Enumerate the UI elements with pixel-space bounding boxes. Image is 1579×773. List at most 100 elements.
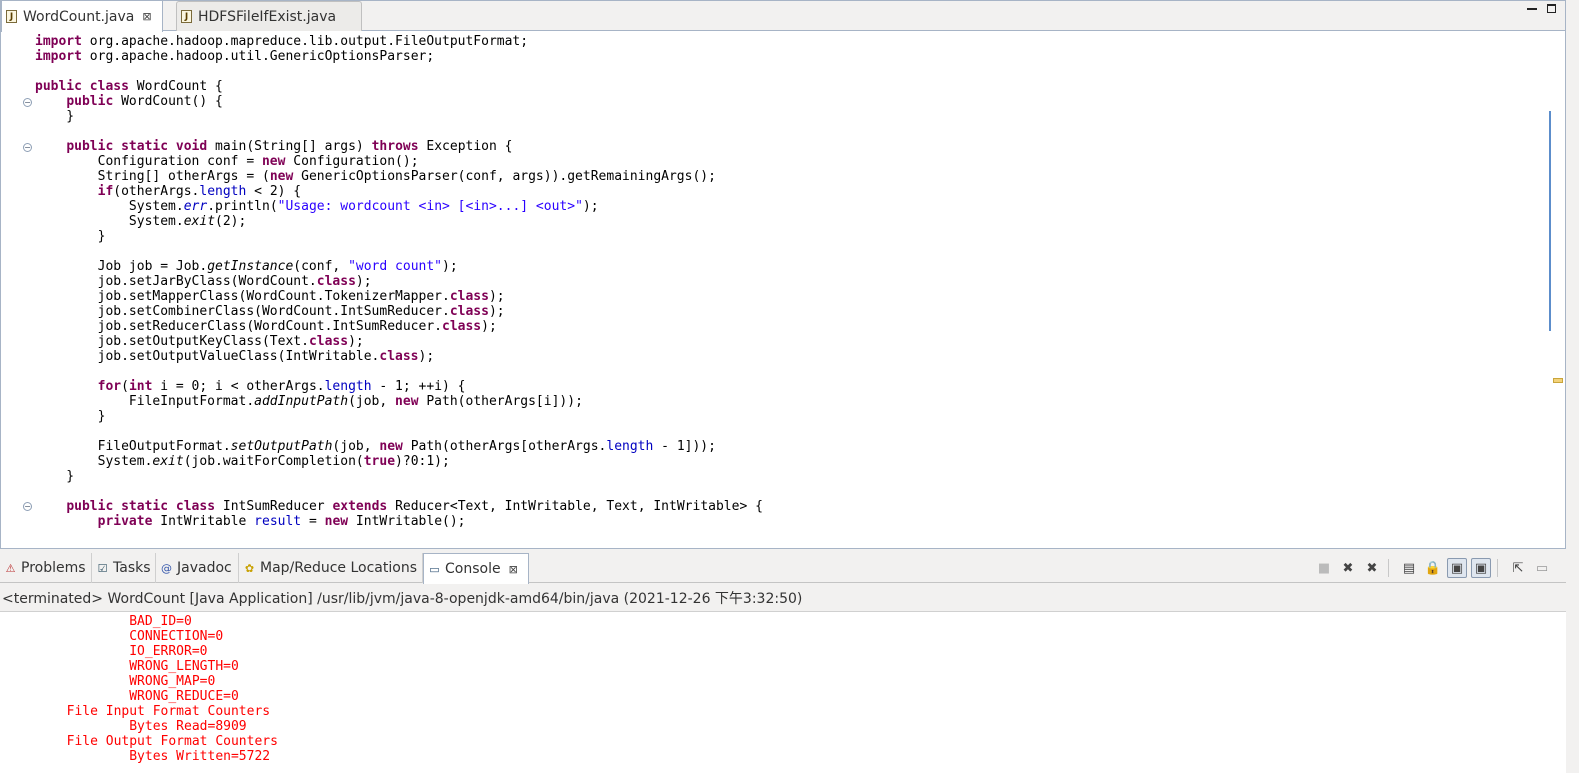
overview-ruler-marker[interactable] bbox=[1553, 378, 1563, 383]
tab-hdfsfileifexist-java[interactable]: J HDFSFileIfExist.java bbox=[176, 1, 362, 31]
clear-console-icon[interactable]: ▤ bbox=[1399, 558, 1419, 578]
code-line[interactable] bbox=[35, 64, 763, 79]
display-selected-console-icon[interactable]: ▭ bbox=[1532, 558, 1552, 578]
fold-collapse-icon[interactable]: − bbox=[23, 502, 32, 511]
code-token: ); bbox=[355, 274, 372, 289]
code-line[interactable]: job.setOutputValueClass(IntWritable.clas… bbox=[35, 349, 763, 364]
vertical-scrollbar[interactable] bbox=[1549, 111, 1551, 331]
tab-tasks[interactable]: ☑ Tasks bbox=[92, 553, 156, 583]
code-token: org.apache.hadoop.mapreduce.lib.output.F… bbox=[81, 34, 529, 49]
code-token: class bbox=[442, 319, 482, 334]
code-line[interactable]: job.setOutputKeyClass(Text.class); bbox=[35, 334, 763, 349]
code-token: job.setCombinerClass(WordCount.IntSumRed… bbox=[35, 304, 450, 319]
code-token: class bbox=[449, 304, 489, 319]
show-on-stderr-icon[interactable]: ▣ bbox=[1471, 558, 1491, 578]
code-line[interactable]: } bbox=[35, 469, 763, 484]
code-line[interactable]: String[] otherArgs = (new GenericOptions… bbox=[35, 169, 763, 184]
code-token: class bbox=[449, 289, 489, 304]
maximize-button[interactable] bbox=[1547, 4, 1557, 14]
close-icon[interactable]: ⊠ bbox=[142, 10, 151, 23]
tab-wordcount-java[interactable]: J WordCount.java ⊠ bbox=[1, 1, 163, 32]
console-text[interactable]: BAD_ID=0 CONNECTION=0 IO_ERROR=0 WRONG_L… bbox=[4, 614, 286, 764]
code-line[interactable]: FileOutputFormat.setOutputPath(job, new … bbox=[35, 439, 763, 454]
code-token: public bbox=[66, 94, 114, 109]
code-line[interactable]: System.err.println("Usage: wordcount <in… bbox=[35, 199, 763, 214]
tab-console[interactable]: ▭ Console ⊠ bbox=[423, 553, 529, 584]
code-token: "Usage: wordcount <in> [<in>...] <out>" bbox=[277, 199, 583, 214]
vertical-ruler bbox=[1, 32, 13, 548]
code-line[interactable]: job.setReducerClass(WordCount.IntSumRedu… bbox=[35, 319, 763, 334]
java-file-icon: J bbox=[181, 10, 192, 23]
views-tab-bar: ⚠ Problems ☑ Tasks @ Javadoc ✿ Map/Reduc… bbox=[0, 553, 1566, 584]
console-line: Bytes Written=5722 bbox=[4, 749, 271, 764]
code-line[interactable]: } bbox=[35, 229, 763, 244]
code-token: org.apache.hadoop.util.GenericOptionsPar… bbox=[81, 49, 435, 64]
code-line[interactable]: System.exit(job.waitForCompletion(true)?… bbox=[35, 454, 763, 469]
code-line[interactable] bbox=[35, 364, 763, 379]
code-token: i = 0; i < otherArgs. bbox=[152, 379, 325, 394]
code-line[interactable] bbox=[35, 124, 763, 139]
code-token: new bbox=[269, 169, 294, 184]
code-editor[interactable]: J WordCount.java ⊠ J HDFSFileIfExist.jav… bbox=[0, 0, 1566, 549]
code-line[interactable]: public WordCount() { bbox=[35, 94, 763, 109]
code-line[interactable]: for(int i = 0; i < otherArgs.length - 1;… bbox=[35, 379, 763, 394]
code-line[interactable]: System.exit(2); bbox=[35, 214, 763, 229]
code-token: static bbox=[121, 139, 169, 154]
code-line[interactable]: Job job = Job.getInstance(conf, "word co… bbox=[35, 259, 763, 274]
code-token: public bbox=[66, 139, 114, 154]
code-token: System. bbox=[35, 454, 153, 469]
code-token: static bbox=[121, 499, 169, 514]
source-code[interactable]: import org.apache.hadoop.mapreduce.lib.o… bbox=[35, 34, 763, 529]
code-token: length bbox=[324, 379, 372, 394]
code-token: FileInputFormat. bbox=[35, 394, 255, 409]
code-token: int bbox=[128, 379, 153, 394]
tab-javadoc[interactable]: @ Javadoc bbox=[156, 553, 239, 583]
remove-launch-icon[interactable]: ✖ bbox=[1338, 558, 1358, 578]
code-token: IntWritable bbox=[152, 514, 255, 529]
code-line[interactable] bbox=[35, 484, 763, 499]
tab-map-reduce-locations[interactable]: ✿ Map/Reduce Locations bbox=[239, 553, 423, 583]
fold-collapse-icon[interactable]: − bbox=[23, 98, 32, 107]
code-token: System. bbox=[35, 199, 184, 214]
open-console-icon[interactable]: ⇱ bbox=[1508, 558, 1528, 578]
remove-all-terminated-icon[interactable]: ✖ bbox=[1362, 558, 1382, 578]
code-token: (2); bbox=[215, 214, 247, 229]
code-line[interactable] bbox=[35, 424, 763, 439]
code-line[interactable]: import org.apache.hadoop.mapreduce.lib.o… bbox=[35, 34, 763, 49]
code-line[interactable]: Configuration conf = new Configuration()… bbox=[35, 154, 763, 169]
code-line[interactable]: job.setCombinerClass(WordCount.IntSumRed… bbox=[35, 304, 763, 319]
console-line: WRONG_REDUCE=0 bbox=[4, 689, 239, 704]
code-token: length bbox=[606, 439, 654, 454]
console-output[interactable]: BAD_ID=0 CONNECTION=0 IO_ERROR=0 WRONG_L… bbox=[0, 611, 1566, 773]
close-icon[interactable]: ⊠ bbox=[509, 563, 518, 576]
code-line[interactable]: public static void main(String[] args) t… bbox=[35, 139, 763, 154]
code-line[interactable]: FileInputFormat.addInputPath(job, new Pa… bbox=[35, 394, 763, 409]
code-token: ( bbox=[121, 379, 129, 394]
code-line[interactable]: job.setMapperClass(WordCount.TokenizerMa… bbox=[35, 289, 763, 304]
code-line[interactable]: public class WordCount { bbox=[35, 79, 763, 94]
terminate-icon[interactable]: ■ bbox=[1314, 558, 1334, 578]
fold-collapse-icon[interactable]: − bbox=[23, 143, 32, 152]
code-line[interactable]: public static class IntSumReducer extend… bbox=[35, 499, 763, 514]
code-line[interactable] bbox=[35, 244, 763, 259]
code-token: for bbox=[97, 379, 122, 394]
code-token: exit bbox=[152, 454, 184, 469]
code-line[interactable]: } bbox=[35, 109, 763, 124]
code-line[interactable]: import org.apache.hadoop.util.GenericOpt… bbox=[35, 49, 763, 64]
code-line[interactable]: if(otherArgs.length < 2) { bbox=[35, 184, 763, 199]
code-token: main(String[] args) bbox=[207, 139, 372, 154]
tab-problems[interactable]: ⚠ Problems bbox=[0, 553, 92, 583]
code-token: length bbox=[199, 184, 247, 199]
code-line[interactable]: job.setJarByClass(WordCount.class); bbox=[35, 274, 763, 289]
code-area[interactable]: − − − import org.apache.hadoop.mapreduce… bbox=[1, 32, 1546, 548]
show-on-stdout-icon[interactable]: ▣ bbox=[1447, 558, 1467, 578]
code-line[interactable]: private IntWritable result = new IntWrit… bbox=[35, 514, 763, 529]
javadoc-icon: @ bbox=[161, 561, 172, 575]
minimize-button[interactable] bbox=[1527, 4, 1537, 14]
scroll-lock-icon[interactable]: 🔒 bbox=[1423, 558, 1443, 578]
code-line[interactable]: } bbox=[35, 409, 763, 424]
code-token: new bbox=[395, 394, 419, 409]
code-token: public bbox=[66, 499, 114, 514]
